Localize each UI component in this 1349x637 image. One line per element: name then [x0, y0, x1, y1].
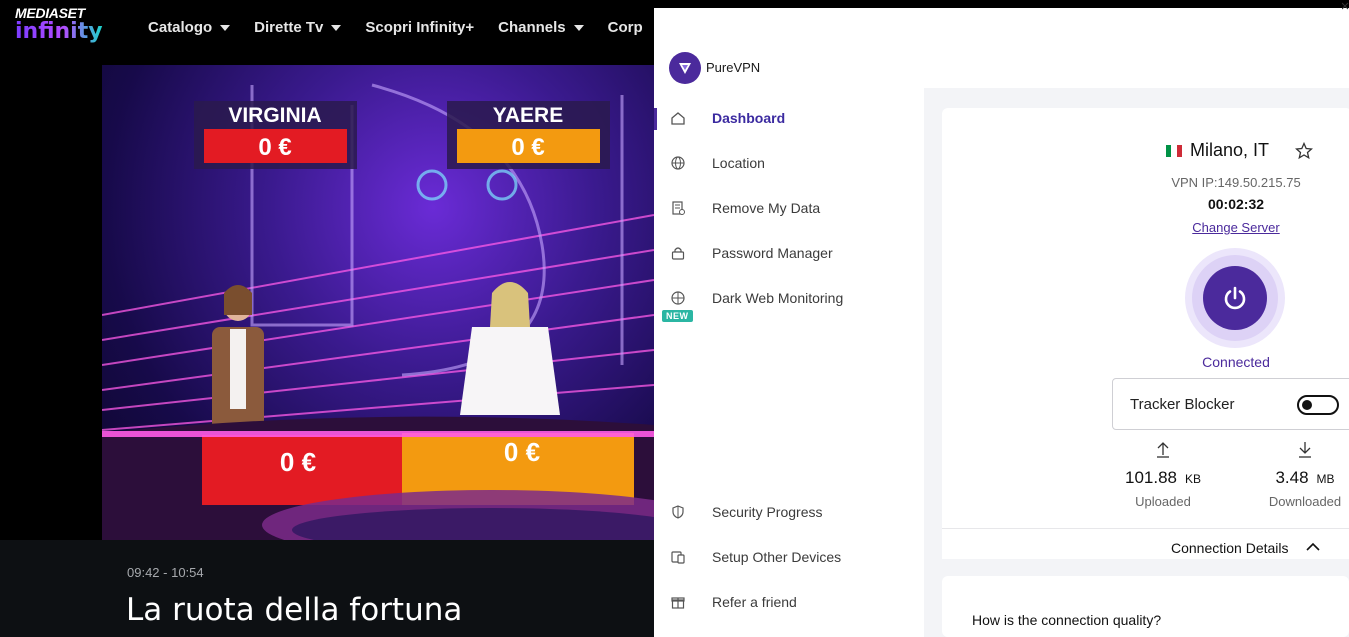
caret-down-icon [331, 24, 342, 31]
contestant-1-name: VIRGINIA [228, 104, 321, 127]
sidebar-item-label: Dashboard [712, 110, 786, 126]
lock-icon [671, 247, 685, 260]
podium-2-score: 0 € [504, 437, 540, 467]
nav-channels[interactable]: Channels [498, 19, 584, 36]
contestant-2-score: 0 € [511, 134, 544, 161]
vpn-ip-address: VPN IP:149.50.215.75 [1171, 175, 1301, 190]
tracker-blocker-toggle[interactable] [1297, 395, 1339, 415]
caret-down-icon [573, 24, 584, 31]
document-icon [672, 201, 685, 215]
sidebar-item-label: Refer a friend [712, 594, 797, 610]
nav-label: Channels [498, 19, 566, 36]
chevron-up-icon[interactable] [1306, 542, 1320, 552]
power-button[interactable] [1203, 266, 1267, 330]
close-icon[interactable] [1342, 0, 1349, 10]
sidebar-item-label: Password Manager [712, 245, 833, 261]
power-button-ring [1192, 255, 1278, 341]
new-badge: NEW [662, 310, 693, 322]
globe-icon [671, 156, 685, 170]
sidebar-item-label: Security Progress [712, 504, 823, 520]
location-name: Milano, IT [1190, 140, 1270, 160]
home-icon [671, 112, 685, 125]
program-title: La ruota della fortuna [126, 592, 463, 628]
shield-globe-icon [671, 291, 685, 305]
main-nav: Catalogo Dirette Tv Scopri Infinity+ Cha… [148, 19, 667, 36]
connection-timer: 00:02:32 [1207, 196, 1265, 212]
purevpn-window: PureVPN Dashboard Location Remove My Dat… [654, 8, 1349, 637]
gift-icon [671, 597, 685, 609]
connection-details-label: Connection Details [1171, 540, 1289, 556]
tracker-blocker-label: Tracker Blocker [1130, 396, 1235, 413]
sidebar-item-security-progress[interactable]: Security Progress [654, 494, 924, 530]
upload-label: Uploaded [1135, 494, 1191, 509]
sidebar-item-label: Setup Other Devices [712, 549, 842, 565]
devices-icon [671, 551, 685, 564]
program-time-range: 09:42 - 10:54 [127, 565, 204, 580]
app-name: PureVPN [706, 60, 761, 75]
download-unit: MB [1316, 472, 1335, 486]
nav-catalogo[interactable]: Catalogo [148, 19, 231, 36]
nav-label: Corp [607, 19, 643, 36]
upload-arrow-icon [1157, 442, 1169, 458]
current-location[interactable]: Milano, IT [1166, 140, 1269, 161]
upload-stat: 101.88 KB Uploaded [1113, 440, 1213, 509]
nav-dirette-tv[interactable]: Dirette Tv [254, 19, 342, 36]
nav-label: Dirette Tv [254, 19, 324, 36]
download-value: 3.48 [1275, 468, 1309, 487]
sidebar-item-location[interactable]: Location [654, 145, 924, 181]
logo-brand-bottom: infinity [15, 19, 103, 44]
sidebar-item-label: Remove My Data [712, 200, 821, 216]
podium-1-score: 0 € [280, 447, 316, 477]
power-icon [1224, 286, 1246, 310]
upload-value: 101.88 [1124, 468, 1177, 487]
vpn-header: PureVPN [654, 8, 1349, 88]
nav-corp[interactable]: Corp [608, 19, 643, 36]
italy-flag-icon [1166, 144, 1182, 157]
sidebar-item-refer-a-friend[interactable]: Refer a friend [654, 584, 924, 620]
download-label: Downloaded [1268, 494, 1342, 509]
contestant-2-figure [460, 282, 560, 415]
download-arrow-icon [1299, 442, 1311, 458]
purevpn-logo-icon [669, 52, 701, 84]
mediaset-infinity-logo[interactable]: MEDIASET infinity [15, 5, 103, 43]
download-stat: 3.48 MB Downloaded [1260, 440, 1349, 509]
sidebar-item-setup-other-devices[interactable]: Setup Other Devices [654, 539, 924, 575]
video-player[interactable]: VIRGINIA 0 € YAERE 0 € 0 € 0 € [102, 65, 654, 540]
nav-label: Scopri Infinity+ [365, 19, 475, 36]
upload-unit: KB [1184, 472, 1201, 486]
contestant-1-score: 0 € [258, 134, 291, 161]
power-button-halo [1185, 248, 1285, 348]
sidebar-item-dark-web-monitoring[interactable]: Dark Web Monitoring [654, 280, 924, 316]
sidebar-item-label: Dark Web Monitoring [712, 290, 844, 306]
sidebar-item-remove-my-data[interactable]: Remove My Data [654, 190, 924, 226]
shield-icon [672, 505, 684, 519]
tracker-blocker-card: Tracker Blocker [1112, 378, 1349, 430]
nav-label: Catalogo [148, 19, 213, 36]
change-server-link[interactable]: Change Server [1154, 220, 1318, 235]
quality-question: How is the connection quality? [972, 612, 1162, 628]
caret-down-icon [220, 24, 231, 31]
connection-status: Connected [1202, 354, 1270, 370]
sidebar-item-label: Location [712, 155, 765, 171]
contestant-2-name: YAERE [493, 104, 563, 127]
video-frame: VIRGINIA 0 € YAERE 0 € 0 € 0 € [102, 83, 654, 540]
nav-scopri-infinity[interactable]: Scopri Infinity+ [365, 19, 474, 36]
contestant-1-figure [212, 285, 264, 432]
favorite-star-icon[interactable] [1295, 142, 1313, 160]
sidebar-item-dashboard[interactable]: Dashboard [654, 100, 924, 136]
sidebar-item-password-manager[interactable]: Password Manager [654, 235, 924, 271]
